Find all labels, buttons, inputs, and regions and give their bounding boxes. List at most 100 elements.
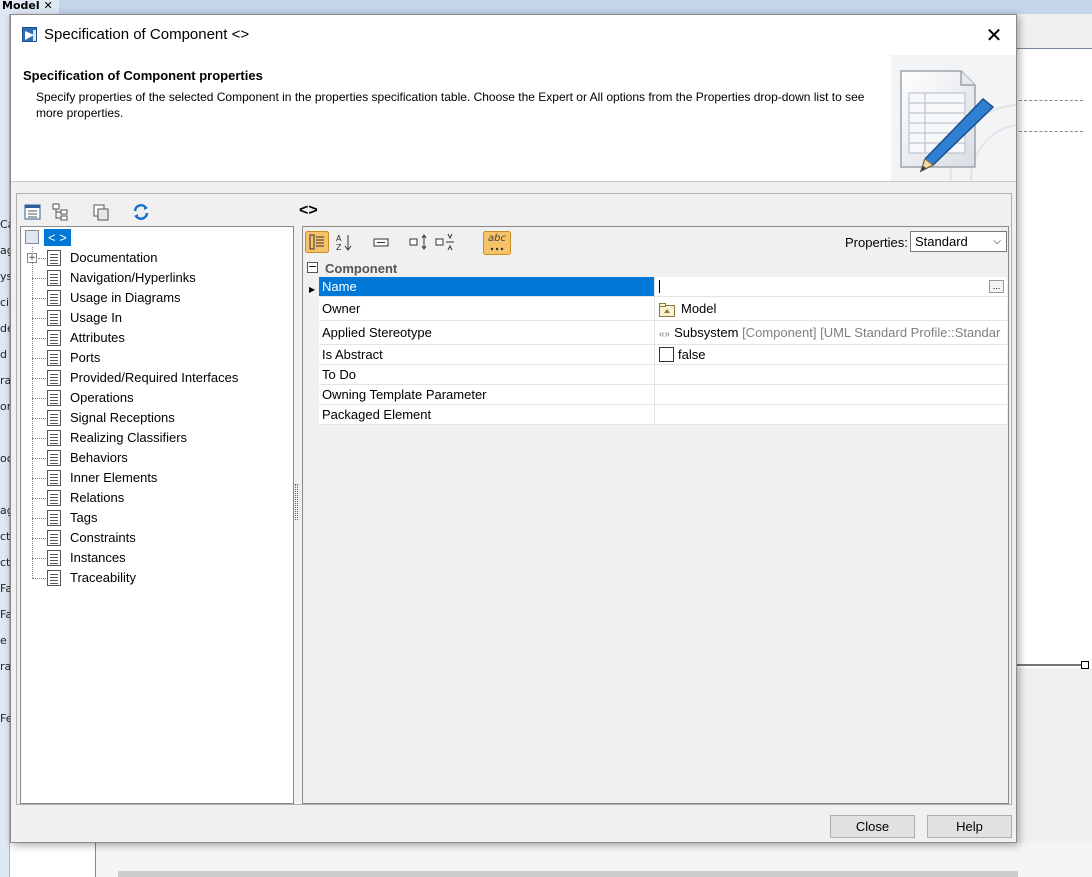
property-row-owner[interactable]: Owner Model xyxy=(319,297,1007,321)
tree-item[interactable]: Traceability xyxy=(21,568,293,588)
property-name: Packaged Element xyxy=(319,405,655,424)
package-icon xyxy=(659,302,675,317)
background-diagram-canvas[interactable] xyxy=(1017,48,1092,668)
properties-mode-value: Standard xyxy=(915,234,968,249)
tree-item[interactable]: Tags xyxy=(21,508,293,528)
page-icon xyxy=(47,470,61,486)
name-value-input[interactable]: ... xyxy=(656,277,1007,296)
tree-item-label: Operations xyxy=(70,390,134,405)
page-icon xyxy=(47,430,61,446)
panel-splitter[interactable] xyxy=(295,484,298,520)
help-button[interactable]: Help xyxy=(927,815,1012,838)
tree-item[interactable]: Constraints xyxy=(21,528,293,548)
property-row-is-abstract[interactable]: Is Abstract false xyxy=(319,345,1007,365)
page-icon xyxy=(47,310,61,326)
tree-item[interactable]: Operations xyxy=(21,388,293,408)
tree-item[interactable]: Ports xyxy=(21,348,293,368)
dialog-close-icon[interactable]: ✕ xyxy=(973,21,1015,49)
property-name: Owning Template Parameter xyxy=(319,385,655,404)
chevron-down-icon: ⌵ xyxy=(993,236,1001,247)
background-horizontal-scrollbar[interactable] xyxy=(118,871,1018,877)
element-title: <> xyxy=(299,202,318,219)
background-side-text: ct xyxy=(0,530,11,543)
is-abstract-value[interactable]: false xyxy=(656,345,1007,364)
collapse-icon[interactable] xyxy=(369,231,393,253)
owner-value[interactable]: Model xyxy=(656,297,1007,320)
tree-item[interactable]: Provided/Required Interfaces xyxy=(21,368,293,388)
stereotype-value-text: Subsystem xyxy=(674,325,739,340)
ellipsis-button[interactable]: ... xyxy=(989,280,1004,293)
background-tab-label: Model xyxy=(2,0,40,12)
properties-table: − Component ▶ Name ... Owner Model Appli… xyxy=(304,259,1007,803)
tree-item[interactable]: Usage in Diagrams xyxy=(21,288,293,308)
is-abstract-value-text: false xyxy=(678,347,706,362)
refresh-icon[interactable] xyxy=(131,202,151,222)
tree-view-icon[interactable] xyxy=(51,202,71,222)
tree-item[interactable]: Realizing Classifiers xyxy=(21,428,293,448)
tree-item[interactable]: + Documentation xyxy=(21,248,293,268)
tree-item-label: Behaviors xyxy=(70,450,128,465)
current-row-arrow-icon: ▶ xyxy=(309,285,316,294)
tree-item[interactable]: Signal Receptions xyxy=(21,408,293,428)
property-row-packaged-element[interactable]: Packaged Element xyxy=(319,405,1007,425)
tree-item[interactable]: Behaviors xyxy=(21,448,293,468)
category-row[interactable]: − Component xyxy=(304,259,1007,277)
sort-alphabetically-icon[interactable]: AZ xyxy=(333,231,357,253)
abc-spellcheck-icon[interactable]: abc xyxy=(483,231,511,255)
tree-root-item[interactable]: < > xyxy=(21,228,293,248)
tree-item[interactable]: Navigation/Hyperlinks xyxy=(21,268,293,288)
tree-item[interactable]: Attributes xyxy=(21,328,293,348)
list-view-icon[interactable] xyxy=(23,202,43,222)
background-tab-close-icon[interactable]: ✕ xyxy=(43,0,52,12)
page-icon xyxy=(47,530,61,546)
property-row-name[interactable]: Name ... xyxy=(319,277,1007,297)
property-name: Name xyxy=(319,277,655,296)
properties-label: Properties: xyxy=(845,235,908,250)
page-icon xyxy=(47,550,61,566)
background-model-tab[interactable]: Model ✕ xyxy=(0,0,59,14)
property-name: Applied Stereotype xyxy=(319,321,655,344)
tree-item-label: Realizing Classifiers xyxy=(70,430,188,445)
stereotype-extra-text: [Component] [UML Standard Profile::Stand… xyxy=(742,325,1001,340)
packaged-element-value[interactable] xyxy=(656,405,1007,424)
expand-icon[interactable]: + xyxy=(27,253,37,263)
collapse-category-icon[interactable]: − xyxy=(307,261,318,273)
background-side-text: ci xyxy=(0,296,10,309)
close-button[interactable]: Close xyxy=(830,815,915,838)
property-row-to-do[interactable]: To Do xyxy=(319,365,1007,385)
svg-text:Z: Z xyxy=(336,243,342,252)
page-icon xyxy=(47,570,61,586)
tree-item-label: Documentation xyxy=(70,250,158,265)
stereotype-icon: «» xyxy=(659,329,671,340)
background-left-panel: Ca ag ys ci de d ra or oo ag ct ct Fa Fa… xyxy=(0,14,14,877)
applied-stereotype-value[interactable]: «» Subsystem [Component] [UML Standard Pr… xyxy=(656,321,1007,344)
to-do-value[interactable] xyxy=(656,365,1007,384)
collapse-all-icon[interactable] xyxy=(433,231,457,253)
tree-item-label: Navigation/Hyperlinks xyxy=(70,270,196,285)
tree-item-label: Ports xyxy=(70,350,101,365)
tree-item[interactable]: Instances xyxy=(21,548,293,568)
property-row-owning-template-parameter[interactable]: Owning Template Parameter xyxy=(319,385,1007,405)
tree-item[interactable]: Usage In xyxy=(21,308,293,328)
tree-item-label: Attributes xyxy=(70,330,125,345)
group-by-category-icon[interactable] xyxy=(305,231,329,253)
page-icon xyxy=(47,510,61,526)
tree-item[interactable]: Inner Elements xyxy=(21,468,293,488)
owner-value-text: Model xyxy=(681,301,717,316)
header-title: Specification of Component properties xyxy=(23,68,263,83)
owning-template-parameter-value[interactable] xyxy=(656,385,1007,404)
page-icon xyxy=(47,290,61,306)
component-icon xyxy=(25,230,39,244)
property-row-applied-stereotype[interactable]: Applied Stereotype «» Subsystem [Componen… xyxy=(319,321,1007,345)
tree-item-label: Provided/Required Interfaces xyxy=(70,370,239,385)
abc-label: abc xyxy=(488,233,506,244)
dialog-titlebar[interactable]: Specification of Component <> ✕ xyxy=(11,15,1016,55)
copy-icon[interactable] xyxy=(91,202,111,222)
expand-all-icon[interactable] xyxy=(407,231,431,253)
page-icon xyxy=(47,490,61,506)
background-selection-handle[interactable] xyxy=(1081,661,1089,669)
tree-item-label: Tags xyxy=(70,510,98,525)
is-abstract-checkbox[interactable] xyxy=(659,347,674,363)
tree-item[interactable]: Relations xyxy=(21,488,293,508)
properties-mode-select[interactable]: Standard ⌵ xyxy=(910,231,1007,252)
